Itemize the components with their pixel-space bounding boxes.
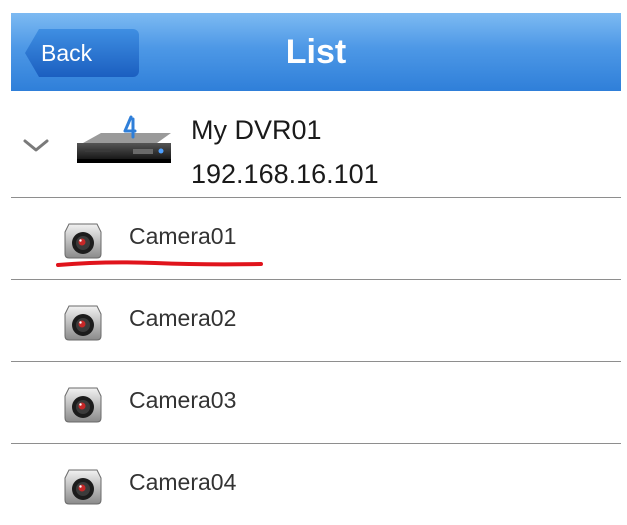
- camera-label: Camera04: [129, 469, 237, 495]
- chevron-down-icon[interactable]: [23, 139, 49, 153]
- back-button[interactable]: Back: [25, 29, 139, 77]
- red-underline-annotation: [56, 260, 263, 267]
- device-name: My DVR01: [191, 115, 322, 145]
- camera-label: Camera02: [129, 305, 237, 331]
- camera-label: Camera03: [129, 387, 237, 413]
- camera-icon: [64, 469, 102, 505]
- dvr-icon: [77, 115, 171, 163]
- device-row-my-dvr01[interactable]: My DVR01 192.168.16.101: [11, 91, 621, 198]
- device-ip-address: 192.168.16.101: [191, 159, 379, 189]
- camera-icon: [64, 387, 102, 423]
- camera-label: Camera01: [129, 223, 237, 249]
- list-item-camera02[interactable]: Camera02: [11, 280, 621, 362]
- app-screen: Back List My DVR01 192.168.16.101 Camera…: [11, 13, 621, 525]
- camera-icon: [64, 223, 102, 259]
- list-item-camera04[interactable]: Camera04: [11, 444, 621, 525]
- navigation-bar: Back List: [11, 13, 621, 91]
- list-item-camera03[interactable]: Camera03: [11, 362, 621, 444]
- camera-icon: [64, 305, 102, 341]
- list-item-camera01[interactable]: Camera01: [11, 198, 621, 280]
